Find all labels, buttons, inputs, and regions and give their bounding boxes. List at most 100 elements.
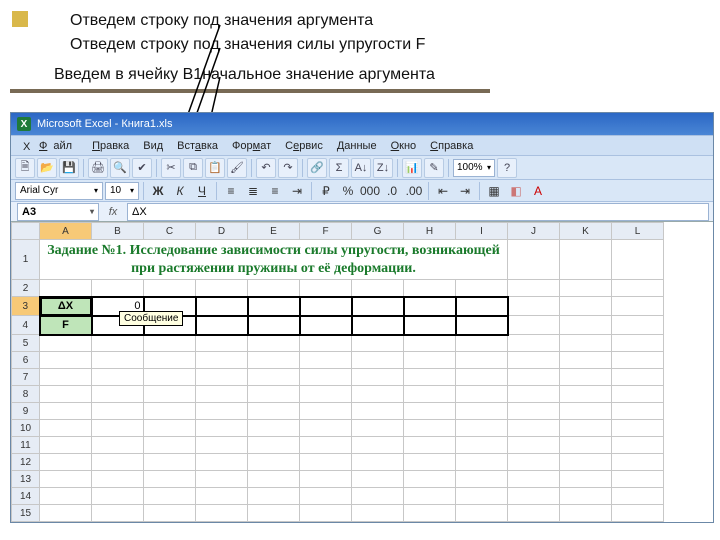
- new-icon[interactable]: 🗎: [15, 158, 35, 178]
- row-header-10[interactable]: 10: [12, 420, 40, 437]
- col-header-h[interactable]: H: [404, 223, 456, 240]
- col-header-i[interactable]: I: [456, 223, 508, 240]
- redo-icon[interactable]: ↷: [278, 158, 298, 178]
- row-header-3[interactable]: 3: [12, 297, 40, 316]
- paste-icon[interactable]: 📋: [205, 158, 225, 178]
- sort-desc-icon[interactable]: Z↓: [373, 158, 393, 178]
- fx-icon[interactable]: fx: [99, 206, 127, 218]
- select-all-corner[interactable]: [12, 223, 40, 240]
- cell-d3[interactable]: [196, 297, 248, 316]
- cell-g4[interactable]: [352, 316, 404, 335]
- row-header-7[interactable]: 7: [12, 369, 40, 386]
- row-header-2[interactable]: 2: [12, 280, 40, 297]
- menu-help[interactable]: Справка: [424, 138, 479, 154]
- menu-tools[interactable]: Сервис: [279, 138, 329, 154]
- cell-f3[interactable]: [300, 297, 352, 316]
- cell-a3[interactable]: ΔX: [40, 297, 92, 316]
- merge-icon[interactable]: ⇥: [287, 182, 307, 200]
- cell-e3[interactable]: [248, 297, 300, 316]
- cell-a4[interactable]: F: [40, 316, 92, 335]
- menu-insert[interactable]: Вставка: [171, 138, 224, 154]
- excel-app-icon: X: [17, 117, 31, 131]
- cell-h3[interactable]: [404, 297, 456, 316]
- border-icon[interactable]: ▦: [484, 182, 504, 200]
- col-header-b[interactable]: B: [92, 223, 144, 240]
- col-header-g[interactable]: G: [352, 223, 404, 240]
- menu-window[interactable]: Окно: [385, 138, 423, 154]
- col-header-l[interactable]: L: [612, 223, 664, 240]
- cell-task[interactable]: Задание №1. Исследование зависимости сил…: [40, 240, 508, 280]
- copy-icon[interactable]: ⧉: [183, 158, 203, 178]
- col-header-j[interactable]: J: [508, 223, 560, 240]
- print-icon[interactable]: 🖨: [88, 158, 108, 178]
- open-icon[interactable]: 📂: [37, 158, 57, 178]
- menu-data[interactable]: Данные: [331, 138, 383, 154]
- cell-d4[interactable]: [196, 316, 248, 335]
- align-right-icon[interactable]: ≡: [265, 182, 285, 200]
- formula-input[interactable]: ΔX: [127, 203, 709, 221]
- sheet-area[interactable]: A B C D E F G H I J K L 1 Задание №1. Ис…: [11, 221, 713, 522]
- italic-button[interactable]: К: [170, 182, 190, 200]
- link-icon[interactable]: 🔗: [307, 158, 327, 178]
- cell-f4[interactable]: [300, 316, 352, 335]
- menu-format[interactable]: Формат: [226, 138, 277, 154]
- row-header-8[interactable]: 8: [12, 386, 40, 403]
- row-header-13[interactable]: 13: [12, 471, 40, 488]
- align-left-icon[interactable]: ≡: [221, 182, 241, 200]
- col-header-e[interactable]: E: [248, 223, 300, 240]
- preview-icon[interactable]: 🔍: [110, 158, 130, 178]
- indent-dec-icon[interactable]: ⇤: [433, 182, 453, 200]
- sort-asc-icon[interactable]: A↓: [351, 158, 371, 178]
- indent-inc-icon[interactable]: ⇥: [455, 182, 475, 200]
- row-header-11[interactable]: 11: [12, 437, 40, 454]
- name-box[interactable]: A3▾: [17, 203, 99, 221]
- cell-e4[interactable]: [248, 316, 300, 335]
- zoom-box[interactable]: 100%▾: [453, 159, 495, 177]
- help-icon[interactable]: ?: [497, 158, 517, 178]
- menu-edit[interactable]: Правка: [86, 138, 135, 154]
- row-header-12[interactable]: 12: [12, 454, 40, 471]
- menu-view[interactable]: Вид: [137, 138, 169, 154]
- fmtpaint-icon[interactable]: 🖌: [227, 158, 247, 178]
- dec-dec-icon[interactable]: .00: [404, 182, 424, 200]
- col-header-a[interactable]: A: [40, 223, 92, 240]
- menubar[interactable]: X Файл Правка Вид Вставка Формат Сервис …: [11, 135, 713, 155]
- menu-file[interactable]: Файл: [33, 138, 84, 154]
- drawing-icon[interactable]: ✎: [424, 158, 444, 178]
- font-select[interactable]: Arial Cyr▾: [15, 182, 103, 200]
- row-header-14[interactable]: 14: [12, 488, 40, 505]
- window-title: Microsoft Excel - Книга1.xls: [37, 118, 172, 130]
- spell-icon[interactable]: ✔: [132, 158, 152, 178]
- inc-dec-icon[interactable]: .0: [382, 182, 402, 200]
- cell-h4[interactable]: [404, 316, 456, 335]
- undo-icon[interactable]: ↶: [256, 158, 276, 178]
- col-header-c[interactable]: C: [144, 223, 196, 240]
- excel-window: X Microsoft Excel - Книга1.xls X Файл Пр…: [10, 112, 714, 523]
- align-center-icon[interactable]: ≣: [243, 182, 263, 200]
- cell-i4[interactable]: [456, 316, 508, 335]
- bold-button[interactable]: Ж: [148, 182, 168, 200]
- col-header-f[interactable]: F: [300, 223, 352, 240]
- sum-icon[interactable]: Σ: [329, 158, 349, 178]
- font-size[interactable]: 10▾: [105, 182, 139, 200]
- comma-icon[interactable]: 000: [360, 182, 380, 200]
- row-header-9[interactable]: 9: [12, 403, 40, 420]
- slide-marker: [12, 11, 28, 27]
- cut-icon[interactable]: ✂: [161, 158, 181, 178]
- cell-i3[interactable]: [456, 297, 508, 316]
- font-color-icon[interactable]: A: [528, 182, 548, 200]
- underline-button[interactable]: Ч: [192, 182, 212, 200]
- row-header-4[interactable]: 4: [12, 316, 40, 335]
- row-header-1[interactable]: 1: [12, 240, 40, 280]
- percent-icon[interactable]: %: [338, 182, 358, 200]
- row-header-6[interactable]: 6: [12, 352, 40, 369]
- col-header-d[interactable]: D: [196, 223, 248, 240]
- chart-icon[interactable]: 📊: [402, 158, 422, 178]
- currency-icon[interactable]: ₽: [316, 182, 336, 200]
- row-header-5[interactable]: 5: [12, 335, 40, 352]
- col-header-k[interactable]: K: [560, 223, 612, 240]
- save-icon[interactable]: 💾: [59, 158, 79, 178]
- cell-g3[interactable]: [352, 297, 404, 316]
- fill-color-icon[interactable]: ◧: [506, 182, 526, 200]
- row-header-15[interactable]: 15: [12, 505, 40, 522]
